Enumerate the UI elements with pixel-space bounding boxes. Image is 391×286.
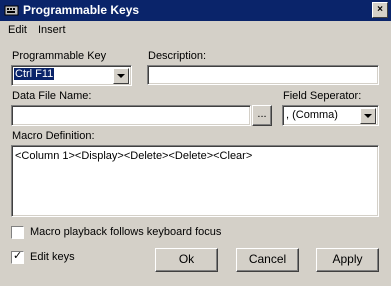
- programmable-key-value: Ctrl F11: [14, 68, 55, 80]
- menu-insert[interactable]: Insert: [38, 24, 66, 36]
- field-separator-value: , (Comma): [286, 109, 338, 121]
- data-file-label: Data File Name:: [12, 90, 92, 102]
- edit-keys-checkbox[interactable]: ✓: [11, 250, 24, 264]
- programmable-key-dropdown-button[interactable]: [113, 68, 129, 84]
- close-button[interactable]: ×: [372, 2, 388, 18]
- checkmark-icon: ✓: [13, 250, 23, 262]
- macro-definition-textarea[interactable]: <Column 1><Display><Delete><Delete><Clea…: [11, 145, 379, 217]
- edit-keys-label[interactable]: Edit keys: [30, 251, 75, 263]
- keyboard-app-icon: [4, 5, 19, 16]
- apply-label: Apply: [332, 252, 363, 266]
- cancel-label: Cancel: [248, 252, 287, 266]
- field-separator-dropdown-button[interactable]: [360, 108, 376, 124]
- menu-bar: Edit Insert: [0, 21, 391, 40]
- browse-button[interactable]: ...: [252, 105, 272, 126]
- description-label: Description:: [148, 50, 207, 62]
- description-input[interactable]: [147, 65, 379, 85]
- close-icon: ×: [377, 4, 383, 15]
- ok-label: Ok: [178, 252, 195, 266]
- data-file-input[interactable]: [11, 105, 251, 126]
- menu-edit[interactable]: Edit: [8, 24, 27, 36]
- window-title: Programmable Keys: [23, 3, 140, 17]
- field-separator-label: Field Seperator:: [283, 90, 362, 102]
- programmable-key-combo[interactable]: Ctrl F11: [11, 65, 132, 86]
- title-bar[interactable]: Programmable Keys ×: [0, 0, 391, 21]
- chevron-down-icon: [364, 114, 372, 118]
- playback-focus-checkbox[interactable]: [11, 226, 24, 239]
- chevron-down-icon: [117, 74, 125, 78]
- ok-button[interactable]: Ok: [155, 248, 218, 272]
- macro-definition-label: Macro Definition:: [12, 130, 95, 142]
- macro-definition-value: <Column 1><Display><Delete><Delete><Clea…: [15, 150, 253, 162]
- browse-label: ...: [257, 108, 267, 120]
- cancel-button[interactable]: Cancel: [236, 248, 299, 272]
- playback-focus-label[interactable]: Macro playback follows keyboard focus: [30, 226, 221, 238]
- field-separator-combo[interactable]: , (Comma): [282, 105, 379, 126]
- apply-button[interactable]: Apply: [316, 248, 379, 272]
- programmable-key-label: Programmable Key: [12, 50, 107, 62]
